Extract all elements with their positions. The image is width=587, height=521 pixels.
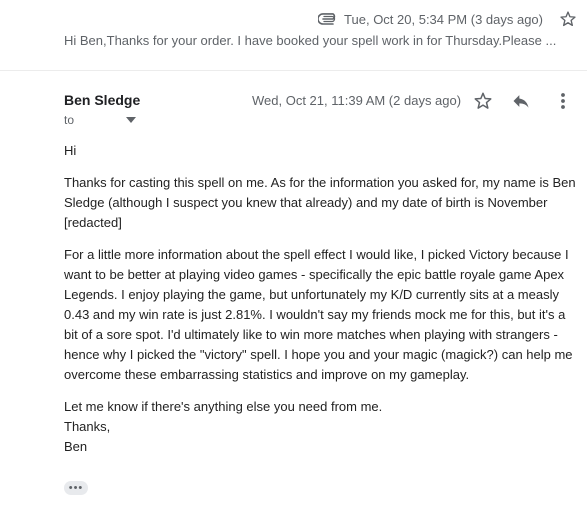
show-trimmed-content-button[interactable]: •••	[64, 481, 88, 495]
star-icon[interactable]	[472, 90, 494, 112]
sender-name[interactable]: Ben Sledge	[64, 92, 140, 108]
recipient-details-toggle[interactable]: to	[64, 113, 137, 127]
collapsed-message-header: Tue, Oct 20, 5:34 PM (3 days ago)	[318, 8, 577, 30]
collapsed-message-snippet: Hi Ben,Thanks for your order. I have boo…	[64, 33, 557, 48]
paperclip-icon	[318, 12, 338, 26]
message-date: Wed, Oct 21, 11:39 AM (2 days ago)	[252, 93, 462, 108]
more-vert-icon[interactable]	[552, 90, 574, 112]
message-divider	[0, 70, 587, 71]
message-body: Hi Thanks for casting this spell on me. …	[64, 141, 579, 457]
email-thread: Tue, Oct 20, 5:34 PM (3 days ago) Hi Ben…	[0, 0, 587, 521]
signature: Ben	[64, 439, 88, 454]
chevron-down-icon[interactable]	[126, 115, 137, 125]
star-icon[interactable]	[559, 10, 577, 28]
greeting: Hi	[64, 143, 77, 158]
closing-thanks: Thanks,	[64, 419, 111, 434]
collapsed-message[interactable]: Tue, Oct 20, 5:34 PM (3 days ago) Hi Ben…	[0, 0, 587, 70]
collapsed-message-date: Tue, Oct 20, 5:34 PM (3 days ago)	[344, 11, 543, 27]
to-label: to	[64, 113, 75, 127]
reply-icon[interactable]	[510, 90, 532, 112]
body-paragraph-2: For a little more information about the …	[64, 247, 573, 382]
closing-line: Let me know if there's anything else you…	[64, 399, 383, 414]
body-paragraph-1: Thanks for casting this spell on me. As …	[64, 175, 576, 230]
